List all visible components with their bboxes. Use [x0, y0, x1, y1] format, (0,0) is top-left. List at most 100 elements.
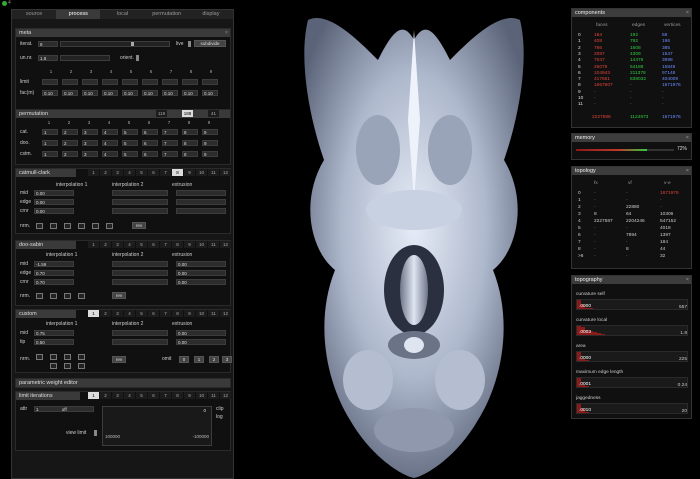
omit-0-button[interactable]: 0	[179, 356, 189, 363]
permutation-cell[interactable]: 8	[182, 151, 198, 157]
permutation-cell[interactable]: 4	[102, 151, 118, 157]
permutation-cell[interactable]: 1	[42, 129, 58, 135]
live-toggle[interactable]	[188, 41, 191, 47]
omit-3-button[interactable]: 3	[222, 356, 232, 363]
normal-icon[interactable]	[106, 223, 113, 229]
subdivide-button[interactable]: subdivide	[194, 40, 226, 47]
limit-field[interactable]	[142, 79, 158, 85]
tab-local[interactable]: local	[100, 10, 144, 19]
section-tab-7[interactable]: 7	[160, 392, 171, 399]
permutation-cell[interactable]: 9	[202, 140, 218, 146]
permutation-cell[interactable]: 5	[122, 151, 138, 157]
section-tab-1[interactable]: 1	[88, 169, 99, 176]
permutation-cell[interactable]: 5	[122, 140, 138, 146]
normal-icon[interactable]	[78, 223, 85, 229]
permutation-cell[interactable]: 3	[82, 129, 98, 135]
unnr-slider[interactable]	[60, 55, 110, 61]
normal-icon[interactable]	[64, 293, 71, 299]
permutation-cell[interactable]: 7	[162, 129, 178, 135]
section-tab-5[interactable]: 5	[136, 169, 147, 176]
clip-label[interactable]: clip	[216, 406, 224, 413]
permutation-cell[interactable]: 2	[62, 140, 78, 146]
section-tab-1[interactable]: 1	[88, 241, 99, 248]
section-tab-7[interactable]: 7	[160, 169, 171, 176]
section-tab-11[interactable]: 11	[208, 392, 219, 399]
permutation-tab-41[interactable]: 41	[208, 110, 219, 117]
fac-field[interactable]: 0.10	[82, 90, 98, 96]
normal-icon[interactable]	[78, 354, 85, 360]
section-tab-3[interactable]: 3	[112, 310, 123, 317]
permutation-cell[interactable]: 6	[142, 151, 158, 157]
section-tab-4[interactable]: 4	[124, 310, 135, 317]
orient-toggle[interactable]	[136, 55, 139, 61]
section-tab-10[interactable]: 10	[196, 310, 207, 317]
cc-extrusion-crnr[interactable]	[176, 208, 226, 214]
section-tab-7[interactable]: 7	[160, 310, 171, 317]
cu-extrusion-mid[interactable]: 0.00	[176, 330, 226, 336]
cu-mid-field[interactable]: 0.75	[34, 330, 74, 336]
normal-icon[interactable]	[78, 293, 85, 299]
permutation-cell[interactable]: 1	[42, 151, 58, 157]
normal-icon[interactable]	[64, 223, 71, 229]
section-tab-8[interactable]: 8	[172, 310, 183, 317]
ds-extrusion-mid[interactable]: 0.00	[176, 261, 226, 267]
fac-field[interactable]: 0.10	[162, 90, 178, 96]
ds-interp2-mid[interactable]	[112, 261, 168, 267]
section-tab-3[interactable]: 3	[112, 241, 123, 248]
ds-interp2-edge[interactable]	[112, 270, 168, 276]
section-tab-6[interactable]: 6	[148, 392, 159, 399]
fac-field[interactable]: 0.10	[122, 90, 138, 96]
omit-2-button[interactable]: 2	[209, 356, 219, 363]
unnr-field[interactable]: 1.8	[38, 55, 58, 61]
normal-icon[interactable]	[78, 363, 85, 369]
section-tab-9[interactable]: 9	[184, 169, 195, 176]
omit-1-button[interactable]: 1	[194, 356, 204, 363]
limit-field[interactable]	[102, 79, 118, 85]
section-tab-12[interactable]: 12	[220, 241, 231, 248]
permutation-cell[interactable]: 6	[142, 129, 158, 135]
section-tab-10[interactable]: 10	[196, 169, 207, 176]
permutation-cell[interactable]: 9	[202, 151, 218, 157]
limit-field[interactable]	[202, 79, 218, 85]
limit-field[interactable]	[182, 79, 198, 85]
permutation-cell[interactable]: 8	[182, 129, 198, 135]
ds-crnr-field[interactable]: 0.70	[34, 279, 74, 285]
cc-interp2-crnr[interactable]	[112, 208, 168, 214]
section-tab-4[interactable]: 4	[124, 241, 135, 248]
normal-icon[interactable]	[50, 223, 57, 229]
cu-tip-field[interactable]: 0.50	[34, 339, 74, 345]
section-tab-7[interactable]: 7	[160, 241, 171, 248]
cc-extrusion-mid[interactable]	[176, 190, 226, 196]
limit-field[interactable]	[42, 79, 58, 85]
limit-graph[interactable]: 0 100000 -100000	[102, 406, 212, 446]
cu-interp2-tip[interactable]	[112, 339, 168, 345]
cc-mid-field[interactable]: 0.00	[34, 190, 74, 196]
normal-icon[interactable]	[64, 363, 71, 369]
section-tab-9[interactable]: 9	[184, 241, 195, 248]
section-tab-4[interactable]: 4	[124, 392, 135, 399]
normal-icon[interactable]	[64, 354, 71, 360]
permutation-cell[interactable]: 1	[42, 140, 58, 146]
grid-icon[interactable]	[36, 354, 43, 360]
fac-field[interactable]: 0.10	[42, 90, 58, 96]
normal-icon[interactable]	[50, 293, 57, 299]
section-tab-5[interactable]: 5	[136, 392, 147, 399]
tab-process[interactable]: process	[56, 10, 101, 19]
parametric-weight-editor-header[interactable]: parametric weight editor	[16, 379, 230, 387]
ds-edge-field[interactable]: 0.70	[34, 270, 74, 276]
cu-interp2-mid[interactable]	[112, 330, 168, 336]
section-tab-1[interactable]: 1	[88, 392, 99, 399]
ds-rev-button[interactable]: rev	[112, 292, 126, 299]
permutation-cell[interactable]: 7	[162, 140, 178, 146]
ds-extrusion-crnr[interactable]: 0.00	[176, 279, 226, 285]
limit-field[interactable]	[122, 79, 138, 85]
section-tab-5[interactable]: 5	[136, 241, 147, 248]
log-label[interactable]: log	[216, 414, 223, 421]
section-tab-9[interactable]: 9	[184, 310, 195, 317]
permutation-cell[interactable]: 3	[82, 140, 98, 146]
cc-edge-field[interactable]: 0.00	[34, 199, 74, 205]
ds-mid-field[interactable]: -1.59	[34, 261, 74, 267]
fac-field[interactable]: 0.10	[62, 90, 78, 96]
permutation-cell[interactable]: 4	[102, 140, 118, 146]
grid-icon[interactable]	[36, 293, 43, 299]
